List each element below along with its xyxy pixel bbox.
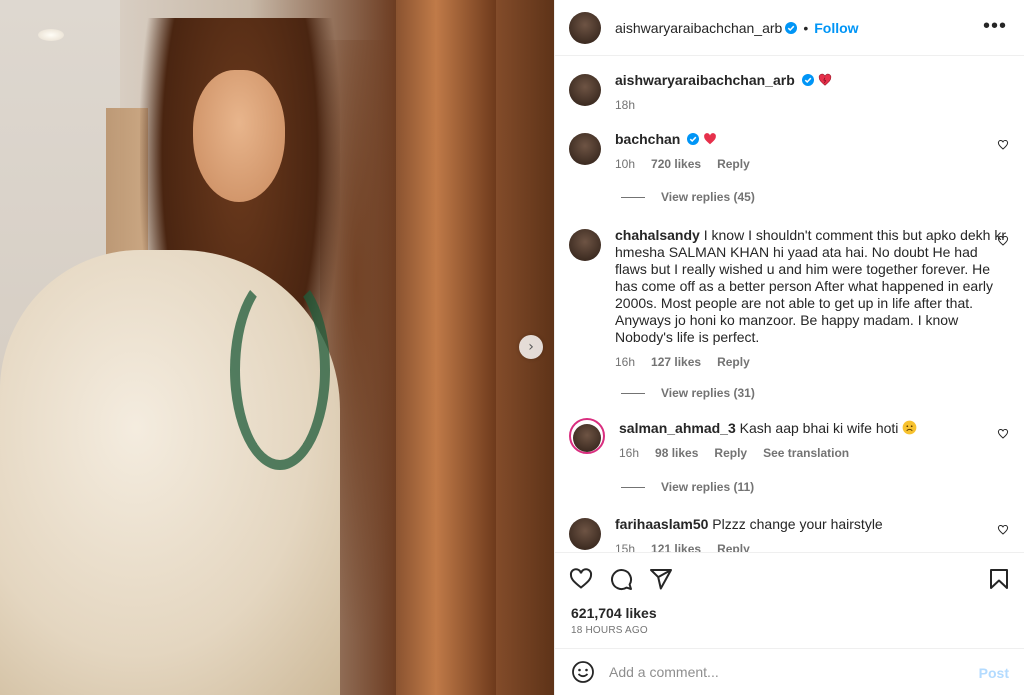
more-icon[interactable]: ••• [983, 16, 1007, 36]
caption-time: 18h [615, 98, 636, 112]
comment-username[interactable]: bachchan [615, 131, 680, 147]
emoji-icon[interactable] [571, 660, 595, 684]
heart-icon[interactable] [569, 567, 593, 591]
comment-input[interactable] [609, 664, 969, 680]
heart-icon[interactable] [997, 235, 1009, 247]
header-username[interactable]: aishwaryaraibachchan_arb [615, 20, 782, 36]
reply-button[interactable]: Reply [717, 156, 750, 173]
heart-emoji [818, 73, 831, 86]
comment-time: 16h [615, 355, 636, 369]
likes-count[interactable]: 621,704 likes [571, 605, 657, 621]
next-image-button[interactable]: › [519, 335, 543, 359]
comment-text: I know I shouldn't comment this but apko… [615, 227, 1006, 345]
follow-button[interactable]: Follow [814, 20, 858, 36]
photo-face [193, 70, 285, 202]
chevron-right-icon: › [528, 339, 534, 355]
reply-button[interactable]: Reply [714, 445, 747, 462]
comment-text: Plzzz change your hairstyle [712, 516, 883, 532]
photo-ceiling-light [38, 29, 64, 41]
see-translation-button[interactable]: See translation [763, 445, 849, 462]
comment-username[interactable]: farihaaslam50 [615, 516, 708, 532]
comment-item: chahalsandy I know I shouldn't comment t… [569, 227, 1009, 371]
add-comment-bar: Post [555, 648, 1024, 695]
comment-item: bachchan 10h 720 likes Reply [569, 131, 1009, 173]
comment-likes[interactable]: 127 likes [651, 354, 701, 371]
red-heart-emoji [704, 133, 717, 145]
view-replies-label: View replies (45) [661, 190, 755, 204]
verified-icon [801, 74, 814, 86]
view-replies-label: View replies (31) [661, 386, 755, 400]
caption: aishwaryaraibachchan_arb 18h [569, 72, 1009, 114]
comment-username[interactable]: salman_ahmad_3 [619, 420, 736, 436]
comment-time: 15h [615, 542, 636, 552]
photo-necklace [230, 270, 330, 470]
comment-likes[interactable]: 121 likes [651, 541, 701, 552]
comment-username[interactable]: chahalsandy [615, 227, 700, 243]
comments-list[interactable]: aishwaryaraibachchan_arb 18h bachchan 10… [555, 56, 1024, 552]
comment-time: 10h [615, 157, 636, 171]
comment-likes[interactable]: 98 likes [655, 445, 698, 462]
sad-face-emoji [902, 420, 917, 435]
avatar[interactable] [569, 74, 601, 106]
comment-time: 16h [619, 446, 640, 460]
avatar[interactable] [569, 133, 601, 165]
avatar[interactable] [569, 11, 601, 44]
comment-likes[interactable]: 720 likes [651, 156, 701, 173]
comment-text: Kash aap bhai ki wife hoti [739, 420, 899, 436]
post-timestamp: 18 HOURS AGO [571, 625, 648, 636]
action-bar: 621,704 likes 18 HOURS AGO [555, 552, 1024, 648]
header-separator: • [803, 19, 809, 36]
caption-username[interactable]: aishwaryaraibachchan_arb [615, 72, 795, 88]
post-side-panel: aishwaryaraibachchan_arb • Follow ••• ai… [554, 0, 1024, 695]
bookmark-icon[interactable] [987, 567, 1011, 591]
story-ring[interactable] [569, 418, 605, 454]
heart-icon[interactable] [997, 139, 1009, 151]
view-replies-button[interactable]: View replies (45) [621, 190, 755, 204]
post-photo[interactable]: › [0, 0, 554, 695]
comment-icon[interactable] [609, 567, 633, 591]
avatar[interactable] [569, 229, 601, 261]
comment-item: farihaaslam50 Plzzz change your hairstyl… [569, 516, 1009, 552]
heart-icon[interactable] [997, 428, 1009, 440]
heart-icon[interactable] [997, 524, 1009, 536]
reply-button[interactable]: Reply [717, 354, 750, 371]
view-replies-button[interactable]: View replies (11) [621, 480, 754, 494]
instagram-post: › aishwaryaraibachchan_arb • Follow ••• … [0, 0, 1024, 695]
comment-item: salman_ahmad_3 Kash aap bhai ki wife hot… [569, 418, 1009, 462]
post-header: aishwaryaraibachchan_arb • Follow ••• [555, 0, 1024, 56]
share-icon[interactable] [649, 567, 673, 591]
reply-button[interactable]: Reply [717, 541, 750, 552]
view-replies-label: View replies (11) [661, 480, 755, 494]
avatar [573, 424, 601, 452]
photo-mirror-frame [396, 0, 496, 695]
verified-icon [687, 133, 700, 145]
post-button[interactable]: Post [979, 665, 1009, 681]
avatar[interactable] [569, 518, 601, 550]
view-replies-button[interactable]: View replies (31) [621, 386, 755, 400]
verified-icon [785, 21, 798, 34]
